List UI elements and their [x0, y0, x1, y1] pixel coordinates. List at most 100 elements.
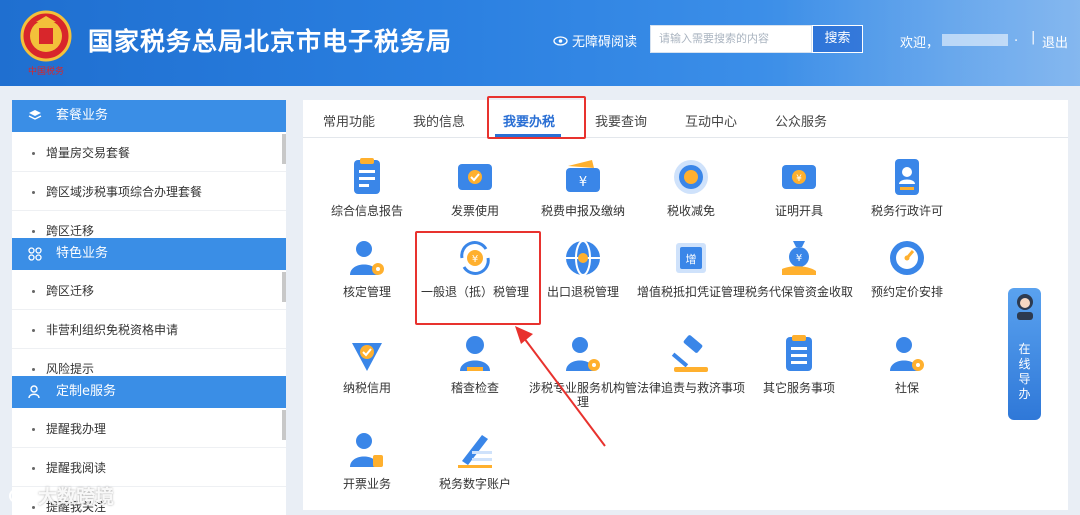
sidebar-section-packages[interactable]: 套餐业务 — [12, 100, 286, 132]
invoice-icon — [458, 164, 492, 190]
func-label: 税收减免 — [666, 204, 715, 218]
social-insurance-icon — [890, 337, 924, 371]
func-custody-funds[interactable]: ¥ 税务代保管资金收取 — [745, 237, 853, 299]
sidebar-scrollbar[interactable] — [282, 272, 286, 302]
func-other-services[interactable]: 其它服务事项 — [745, 333, 853, 395]
globe-icon — [566, 240, 600, 276]
func-export-refund[interactable]: 出口退税管理 — [529, 237, 637, 299]
gavel-icon — [671, 335, 708, 372]
inspector-icon — [460, 336, 490, 371]
sidebar-scrollbar[interactable] — [282, 410, 286, 440]
annotation-arrow-icon — [515, 326, 606, 447]
func-social-insurance[interactable]: 社保 — [853, 333, 961, 395]
func-vat-deduction[interactable]: 增 增值税抵扣凭证管理 — [637, 237, 745, 299]
user-icon — [28, 385, 40, 399]
sidebar-item[interactable]: 提醒我办理 — [12, 410, 286, 448]
func-label: 稽查检查 — [450, 381, 499, 395]
func-label: 预约定价安排 — [870, 285, 943, 299]
tab-query[interactable]: 我要查询 — [595, 111, 647, 130]
id-card-icon — [895, 159, 919, 195]
wallet-icon: ¥ — [566, 160, 600, 192]
func-label: 社保 — [894, 381, 919, 395]
online-guide-button[interactable]: 在线导办 — [1008, 288, 1041, 420]
welcome-text: 欢迎， — [900, 36, 940, 51]
sidebar-section-featured[interactable]: 特色业务 — [12, 238, 286, 270]
coin-icon — [674, 160, 708, 194]
tab-interaction[interactable]: 互动中心 — [685, 111, 737, 130]
func-label: 发票使用 — [450, 204, 499, 218]
func-label: 纳税信用 — [342, 381, 391, 395]
svg-text:¥: ¥ — [796, 253, 802, 264]
func-label: 核定管理 — [342, 285, 391, 299]
func-label: 其它服务事项 — [762, 381, 835, 395]
svg-text:¥: ¥ — [796, 174, 802, 184]
func-admin-license[interactable]: 税务行政许可 — [853, 156, 961, 218]
func-label: 增值税抵扣凭证管理 — [637, 285, 746, 299]
gauge-icon — [890, 241, 924, 275]
func-label: 开票业务 — [342, 477, 391, 491]
watermark: 大数跨境 — [8, 482, 114, 509]
tab-my-info[interactable]: 我的信息 — [413, 111, 465, 130]
watermark-text: 大数跨境 — [38, 486, 115, 508]
sidebar-scrollbar[interactable] — [282, 134, 286, 164]
header-separator: | — [1031, 30, 1036, 45]
clipboard-icon — [786, 335, 812, 371]
certificate-icon: ¥ — [782, 165, 816, 189]
logout-link[interactable]: 退出 — [1042, 32, 1068, 51]
tab-common[interactable]: 常用功能 — [323, 111, 375, 130]
sidebar-item[interactable]: 跨区迁移 — [12, 272, 286, 310]
service-agent-icon — [1017, 294, 1033, 320]
func-label: 法律追责与救济事项 — [637, 381, 746, 395]
person-gear-icon — [350, 241, 384, 275]
sidebar-section-custom[interactable]: 定制e服务 — [12, 376, 286, 408]
watermark-logo-icon — [9, 488, 33, 503]
shield-check-icon — [352, 343, 382, 371]
report-icon — [354, 158, 380, 194]
search-input[interactable]: 请输入需要搜索的内容 — [650, 25, 812, 53]
sidebar-section-title: 定制e服务 — [56, 384, 116, 399]
svg-text:¥: ¥ — [579, 175, 587, 190]
func-tax-credit[interactable]: 纳税信用 — [313, 333, 421, 395]
tab-bar: 常用功能 我的信息 我要办税 我要查询 互动中心 公众服务 — [303, 100, 1068, 138]
emblem-caption: 中国税务 — [28, 65, 64, 76]
func-invoicing[interactable]: 开票业务 — [313, 429, 421, 491]
eye-icon — [553, 35, 568, 46]
func-tax-reduction[interactable]: 税收减免 — [637, 156, 745, 218]
tab-public-service[interactable]: 公众服务 — [775, 111, 827, 130]
sidebar-section-title: 特色业务 — [56, 246, 109, 261]
sidebar: 套餐业务 增量房交易套餐 跨区域涉税事项综合办理套餐 跨区迁移 特色业务 跨区迁… — [12, 100, 286, 515]
sidebar-section-title: 套餐业务 — [56, 108, 109, 123]
func-tax-filing-payment[interactable]: ¥ 税费申报及缴纳 — [529, 156, 637, 218]
digital-account-icon — [458, 435, 492, 468]
money-bag-icon: ¥ — [782, 241, 816, 275]
username-dot: . — [1014, 30, 1019, 45]
accessible-reading-link[interactable]: 无障碍阅读 — [553, 31, 637, 50]
func-label: 税费申报及缴纳 — [540, 204, 625, 218]
func-certificate[interactable]: ¥ 证明开具 — [745, 156, 853, 218]
highlight-box-refund — [415, 231, 541, 325]
func-label: 税务行政许可 — [870, 204, 943, 218]
username-redacted — [942, 34, 1008, 46]
func-label: 税务数字账户 — [438, 477, 511, 491]
invoice-person-icon — [350, 433, 383, 467]
func-advance-pricing[interactable]: 预约定价安排 — [853, 237, 961, 299]
func-comprehensive-report[interactable]: 综合信息报告 — [313, 156, 421, 218]
func-assessment[interactable]: 核定管理 — [313, 237, 421, 299]
accessible-reading-label: 无障碍阅读 — [572, 35, 638, 50]
func-invoice[interactable]: 发票使用 — [421, 156, 529, 218]
national-emblem-icon: 中国税务 — [20, 10, 72, 76]
grid-icon — [28, 247, 42, 261]
func-label: 出口退税管理 — [546, 285, 619, 299]
svg-text:增: 增 — [686, 252, 697, 266]
vat-ticket-icon: 增 — [676, 243, 706, 273]
highlight-box-tab — [487, 96, 586, 139]
sidebar-item[interactable]: 非营利组织免税资格申请 — [12, 311, 286, 349]
search-button[interactable]: 搜索 — [812, 25, 863, 53]
func-label: 证明开具 — [774, 204, 823, 218]
site-header: 中国税务 国家税务总局北京市电子税务局 无障碍阅读 请输入需要搜索的内容 搜索 … — [0, 0, 1080, 86]
func-label: 综合信息报告 — [330, 204, 403, 218]
sidebar-item[interactable]: 跨区域涉税事项综合办理套餐 — [12, 173, 286, 211]
func-label: 税务代保管资金收取 — [745, 285, 854, 299]
func-legal-remedy[interactable]: 法律追责与救济事项 — [637, 333, 745, 395]
sidebar-item[interactable]: 增量房交易套餐 — [12, 134, 286, 172]
